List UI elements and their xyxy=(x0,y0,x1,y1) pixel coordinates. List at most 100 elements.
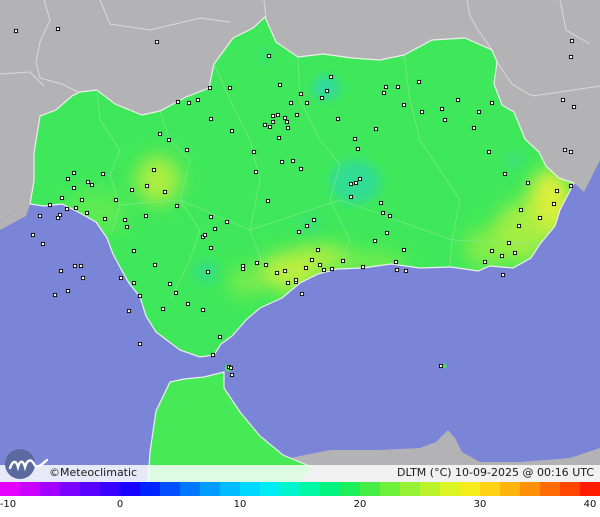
station-marker[interactable] xyxy=(560,97,566,103)
station-marker[interactable] xyxy=(122,217,128,223)
station-marker[interactable] xyxy=(383,84,389,90)
station-marker[interactable] xyxy=(290,158,296,164)
station-marker[interactable] xyxy=(571,104,577,110)
station-marker[interactable] xyxy=(253,169,259,175)
station-marker[interactable] xyxy=(328,74,334,80)
station-marker[interactable] xyxy=(506,240,512,246)
station-marker[interactable] xyxy=(476,109,482,115)
station-marker[interactable] xyxy=(419,109,425,115)
station-marker[interactable] xyxy=(251,149,257,155)
station-marker[interactable] xyxy=(360,264,366,270)
station-marker[interactable] xyxy=(439,106,445,112)
station-marker[interactable] xyxy=(55,26,61,32)
station-marker[interactable] xyxy=(167,281,173,287)
station-marker[interactable] xyxy=(131,248,137,254)
station-marker[interactable] xyxy=(195,97,201,103)
station-marker[interactable] xyxy=(40,241,46,247)
station-marker[interactable] xyxy=(395,84,401,90)
station-marker[interactable] xyxy=(502,171,508,177)
station-marker[interactable] xyxy=(416,79,422,85)
station-marker[interactable] xyxy=(381,90,387,96)
station-marker[interactable] xyxy=(217,334,223,340)
station-marker[interactable] xyxy=(162,189,168,195)
station-marker[interactable] xyxy=(151,167,157,173)
station-marker[interactable] xyxy=(126,308,132,314)
station-marker[interactable] xyxy=(309,257,315,263)
station-marker[interactable] xyxy=(47,202,53,208)
station-marker[interactable] xyxy=(489,248,495,254)
station-marker[interactable] xyxy=(79,197,85,203)
station-marker[interactable] xyxy=(80,275,86,281)
station-marker[interactable] xyxy=(551,201,557,207)
station-marker[interactable] xyxy=(442,117,448,123)
station-marker[interactable] xyxy=(55,215,61,221)
station-marker[interactable] xyxy=(282,268,288,274)
station-marker[interactable] xyxy=(274,270,280,276)
station-marker[interactable] xyxy=(294,112,300,118)
station-marker[interactable] xyxy=(482,259,488,265)
station-marker[interactable] xyxy=(262,122,268,128)
station-marker[interactable] xyxy=(387,213,393,219)
station-marker[interactable] xyxy=(13,28,19,34)
station-marker[interactable] xyxy=(224,219,230,225)
station-marker[interactable] xyxy=(348,181,354,187)
station-marker[interactable] xyxy=(298,91,304,97)
station-marker[interactable] xyxy=(562,147,568,153)
station-marker[interactable] xyxy=(229,372,235,378)
station-marker[interactable] xyxy=(282,115,288,121)
station-marker[interactable] xyxy=(335,116,341,122)
station-marker[interactable] xyxy=(266,53,272,59)
station-marker[interactable] xyxy=(71,185,77,191)
station-marker[interactable] xyxy=(137,341,143,347)
station-marker[interactable] xyxy=(184,147,190,153)
station-marker[interactable] xyxy=(303,265,309,271)
station-marker[interactable] xyxy=(254,260,260,266)
station-marker[interactable] xyxy=(568,149,574,155)
station-marker[interactable] xyxy=(208,214,214,220)
station-marker[interactable] xyxy=(352,136,358,142)
station-marker[interactable] xyxy=(210,352,216,358)
station-marker[interactable] xyxy=(378,200,384,206)
station-marker[interactable] xyxy=(311,217,317,223)
station-marker[interactable] xyxy=(118,275,124,281)
station-marker[interactable] xyxy=(525,180,531,186)
station-marker[interactable] xyxy=(137,293,143,299)
station-marker[interactable] xyxy=(384,230,390,236)
station-marker[interactable] xyxy=(276,135,282,141)
station-marker[interactable] xyxy=(394,267,400,273)
station-marker[interactable] xyxy=(568,54,574,60)
station-marker[interactable] xyxy=(37,213,43,219)
station-marker[interactable] xyxy=(285,280,291,286)
station-marker[interactable] xyxy=(185,301,191,307)
station-marker[interactable] xyxy=(228,365,234,371)
station-marker[interactable] xyxy=(499,253,505,259)
station-marker[interactable] xyxy=(227,85,233,91)
station-marker[interactable] xyxy=(315,247,321,253)
station-marker[interactable] xyxy=(500,272,506,278)
station-marker[interactable] xyxy=(569,38,575,44)
station-marker[interactable] xyxy=(299,291,305,297)
station-marker[interactable] xyxy=(357,176,363,182)
station-marker[interactable] xyxy=(173,290,179,296)
station-marker[interactable] xyxy=(89,182,95,188)
station-marker[interactable] xyxy=(52,292,58,298)
station-marker[interactable] xyxy=(263,262,269,268)
station-marker[interactable] xyxy=(568,183,574,189)
station-marker[interactable] xyxy=(175,99,181,105)
station-marker[interactable] xyxy=(348,194,354,200)
station-marker[interactable] xyxy=(166,137,172,143)
station-marker[interactable] xyxy=(486,149,492,155)
station-marker[interactable] xyxy=(154,39,160,45)
station-marker[interactable] xyxy=(373,126,379,132)
station-marker[interactable] xyxy=(212,226,218,232)
station-marker[interactable] xyxy=(64,206,70,212)
station-marker[interactable] xyxy=(554,188,560,194)
temperature-map[interactable] xyxy=(0,0,600,482)
station-marker[interactable] xyxy=(152,262,158,268)
station-marker[interactable] xyxy=(58,268,64,274)
station-marker[interactable] xyxy=(537,215,543,221)
station-marker[interactable] xyxy=(131,280,137,286)
station-marker[interactable] xyxy=(113,197,119,203)
station-marker[interactable] xyxy=(298,166,304,172)
station-marker[interactable] xyxy=(401,102,407,108)
